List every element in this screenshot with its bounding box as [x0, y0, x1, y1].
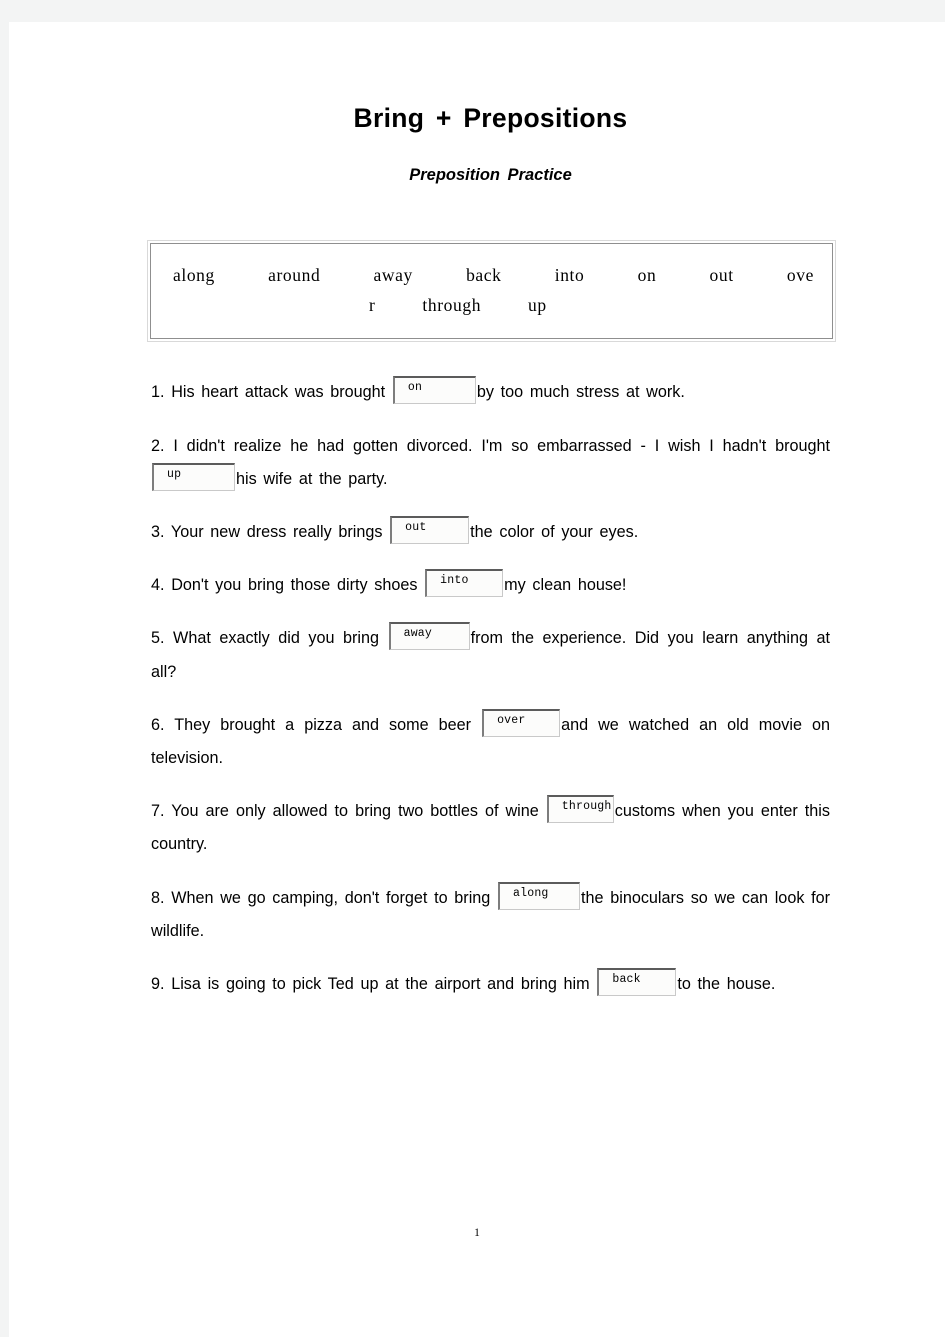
answer-blank-8[interactable]: along	[498, 881, 581, 910]
exercise-7-text-before: 7. You are only allowed to bring two bot…	[151, 802, 539, 821]
answer-blank-6[interactable]: over	[482, 708, 561, 737]
exercise-item-8: 8. When we go camping, don't forget to b…	[151, 881, 830, 948]
word-bank-line-1: along around away back into on out ove	[173, 265, 814, 286]
exercise-item-2: 2. I didn't realize he had gotten divorc…	[151, 430, 830, 496]
page-content: Bring + Prepositions Preposition Practic…	[9, 22, 945, 1337]
word-bank: along around away back into on out ove r…	[147, 240, 836, 343]
exercise-9-text-before: 9. Lisa is going to pick Ted up at the a…	[151, 974, 590, 993]
answer-blank-4[interactable]: into	[425, 569, 504, 598]
exercise-2-text-before: 2. I didn't realize he had gotten divorc…	[151, 436, 830, 455]
answer-blank-7[interactable]: through	[546, 795, 614, 824]
exercise-item-6: 6. They brought a pizza and some beer ov…	[151, 708, 830, 775]
answer-blank-3[interactable]: out	[390, 515, 470, 544]
exercise-1-text-before: 1. His heart attack was brought	[151, 383, 386, 402]
exercise-item-9: 9. Lisa is going to pick Ted up at the a…	[151, 967, 830, 1001]
exercise-item-3: 3. Your new dress really brings out the c…	[151, 515, 830, 549]
answer-blank-9[interactable]: back	[597, 967, 677, 996]
exercise-9-text-after: to the house.	[677, 974, 776, 993]
exercise-list: 1. His heart attack was brought on by too…	[151, 376, 830, 1001]
page-title: Bring + Prepositions	[353, 103, 628, 133]
word-bank-inner: along around away back into on out ove r…	[150, 243, 833, 340]
page-number: 1	[474, 1227, 480, 1239]
answer-blank-2[interactable]: up	[152, 462, 235, 491]
exercise-6-text-before: 6. They brought a pizza and some beer	[151, 715, 472, 734]
answer-blank-5[interactable]: away	[388, 622, 470, 651]
exercise-item-4: 4. Don't you bring those dirty shoes int…	[151, 569, 830, 602]
word-bank-line-2: r through up	[369, 295, 547, 316]
exercise-5-text-before: 5. What exactly did you bring	[151, 629, 380, 648]
exercise-item-1: 1. His heart attack was brought on by too…	[151, 376, 830, 409]
exercise-8-text-before: 8. When we go camping, don't forget to b…	[151, 888, 491, 907]
page-subtitle: Preposition Practice	[409, 166, 572, 185]
exercise-2-text-after: his wife at the party.	[236, 469, 388, 488]
document-page: Bring + Prepositions Preposition Practic…	[9, 22, 945, 1337]
exercise-4-text-before: 4. Don't you bring those dirty shoes	[151, 576, 418, 595]
exercise-item-7: 7. You are only allowed to bring two bot…	[151, 795, 830, 861]
exercise-1-text-after: by too much stress at work.	[476, 383, 685, 402]
exercise-item-5: 5. What exactly did you bring away from t…	[151, 622, 830, 688]
answer-blank-1[interactable]: on	[392, 376, 476, 405]
exercise-3-text-before: 3. Your new dress really brings	[151, 522, 383, 541]
exercise-4-text-after: my clean house!	[504, 576, 627, 595]
exercise-3-text-after: the color of your eyes.	[470, 522, 639, 541]
